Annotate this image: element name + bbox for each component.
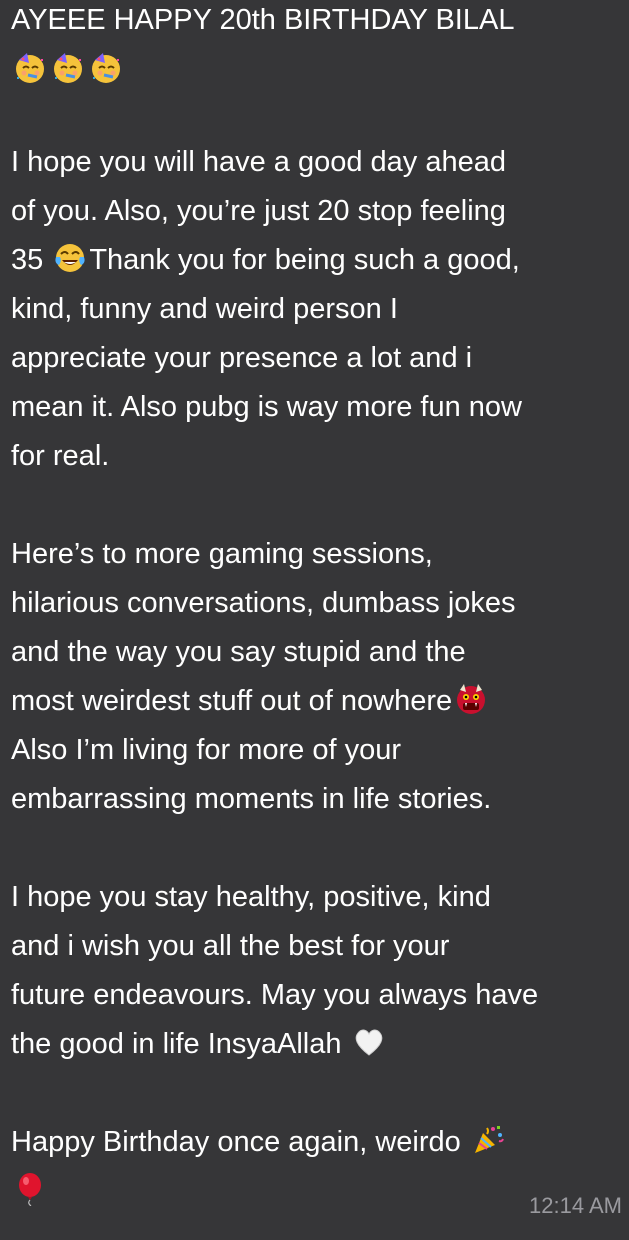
message-line: 35 Thank you for being such a good,	[11, 243, 520, 278]
message-text: 35	[11, 244, 44, 276]
partying-face-icon	[13, 51, 47, 85]
message-timestamp: 12:14 AM	[529, 1193, 622, 1218]
emoji-line	[11, 53, 125, 88]
message-line: and i wish you all the best for your	[11, 929, 449, 963]
message-line: AYEEE HAPPY 20th BIRTHDAY BILAL	[11, 3, 514, 37]
message-text: Happy Birthday once again, weirdo	[11, 1126, 461, 1158]
message-line: I hope you will have a good day ahead	[11, 145, 506, 179]
message-text: Thank you for being such a good,	[89, 244, 520, 276]
message-text: and the way you say stupid and the	[11, 636, 466, 668]
message-text: embarrassing moments in life stories.	[11, 783, 492, 815]
partying-face-icon	[89, 51, 123, 85]
ogre-icon	[454, 682, 488, 716]
message-text: mean it. Also pubg is way more fun now	[11, 391, 522, 423]
message-line: of you. Also, you’re just 20 stop feelin…	[11, 194, 506, 228]
message-line: kind, funny and weird person I	[11, 292, 398, 326]
message-text: most weirdest stuff out of nowhere	[11, 685, 453, 717]
message-text: for real.	[11, 440, 110, 472]
message-line: I hope you stay healthy, positive, kind	[11, 880, 491, 914]
party-popper-icon	[471, 1123, 505, 1157]
message-line: the good in life InsyaAllah	[11, 1027, 388, 1062]
message-line: and the way you say stupid and the	[11, 635, 466, 669]
message-text: the good in life InsyaAllah	[11, 1028, 342, 1060]
partying-face-icon	[51, 51, 85, 85]
message-text: future endeavours. May you always have	[11, 979, 539, 1011]
message-line: most weirdest stuff out of nowhere	[11, 684, 490, 719]
message-line: future endeavours. May you always have	[11, 978, 538, 1012]
balloon-icon	[13, 1172, 47, 1207]
message-line: for real.	[11, 439, 109, 473]
emoji-line	[11, 1172, 49, 1209]
face-with-tears-of-joy-icon	[53, 241, 87, 275]
message-text: and i wish you all the best for your	[11, 930, 450, 962]
message-text: appreciate your presence a lot and i	[11, 342, 473, 374]
message-text: of you. Also, you’re just 20 stop feelin…	[11, 195, 506, 227]
message-text: I hope you will have a good day ahead	[11, 146, 506, 178]
message-text: AYEEE HAPPY 20th BIRTHDAY BILAL	[11, 4, 515, 36]
message-text: hilarious conversations, dumbass jokes	[11, 587, 516, 619]
message-line: Happy Birthday once again, weirdo	[11, 1125, 507, 1160]
message-text: Here’s to more gaming sessions,	[11, 538, 433, 570]
message-line: hilarious conversations, dumbass jokes	[11, 586, 516, 620]
message-text: kind, funny and weird person I	[11, 293, 398, 325]
message-line: embarrassing moments in life stories.	[11, 782, 491, 816]
white-heart-icon	[352, 1025, 386, 1059]
message-line: appreciate your presence a lot and i	[11, 341, 472, 375]
message-line: Also I’m living for more of your	[11, 733, 401, 767]
message-text: Also I’m living for more of your	[11, 734, 402, 766]
message-line: Here’s to more gaming sessions,	[11, 537, 433, 571]
message-text: I hope you stay healthy, positive, kind	[11, 881, 491, 913]
message-bubble[interactable]: AYEEE HAPPY 20th BIRTHDAY BILAL I hope y…	[0, 0, 629, 1240]
message-line: mean it. Also pubg is way more fun now	[11, 390, 522, 424]
